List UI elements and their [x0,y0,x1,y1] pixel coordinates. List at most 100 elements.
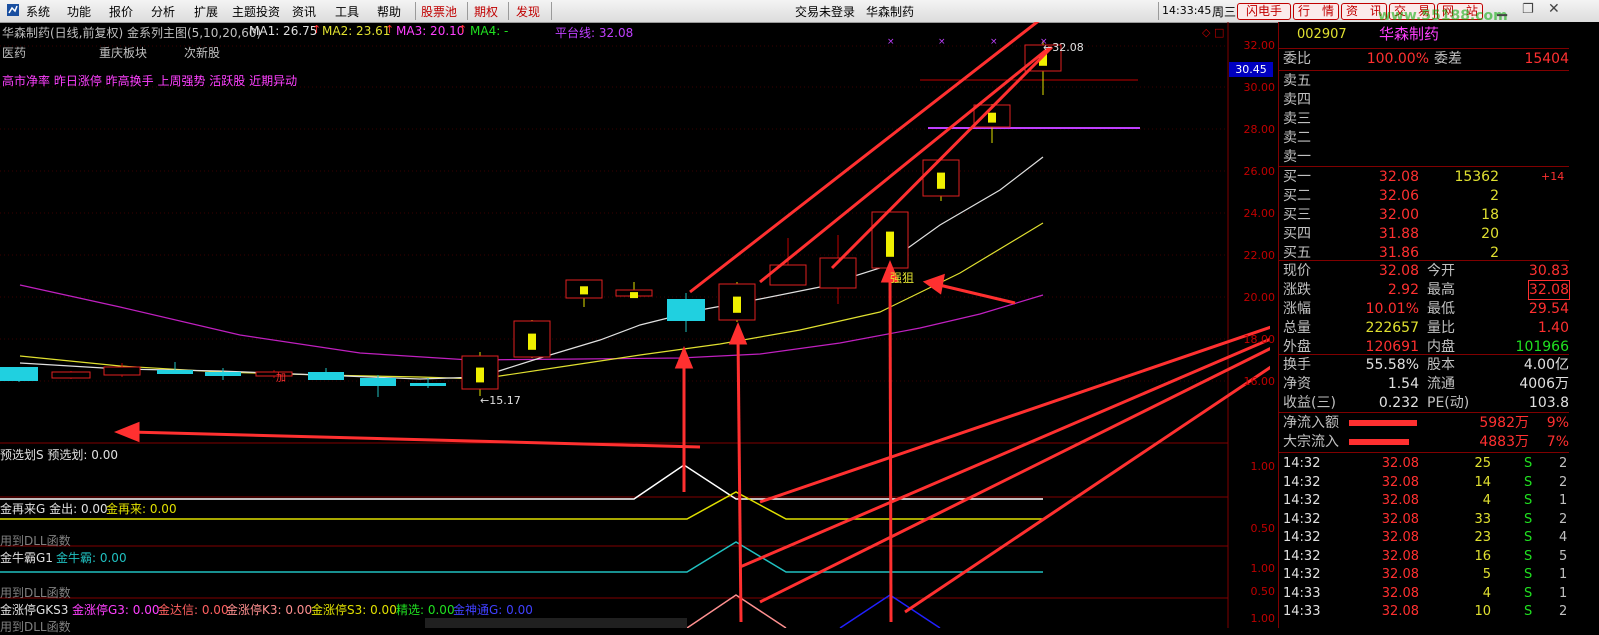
y-tick: 22.00 [1243,249,1276,262]
stat-value: 222657 [1365,320,1419,336]
kline-chart-area[interactable]: × × × × ◇ □ 华森制药(日线,前复权) 金系列主图(5,10,20,6… [0,22,1275,634]
candle-highlight [733,296,741,313]
tick-price: 32.08 [1381,548,1419,564]
menu-analysis[interactable]: 分析 [151,3,175,20]
candle-body[interactable] [51,371,91,379]
bid-row[interactable]: 买二 32.06 2 [1279,187,1569,205]
market-button[interactable]: 行 情 [1293,3,1339,20]
tick-volume: 5 [1482,567,1491,582]
login-status[interactable]: 交易未登录 [795,3,855,20]
ask-row[interactable]: 卖四 [1279,91,1569,109]
indicator-dll-note: 用到DLL函数 [0,620,71,634]
signal-marker: × [938,37,946,47]
annotation-arrow [739,337,1270,569]
weekday: 周三 [1212,5,1237,19]
indicator-jinniuba-title[interactable]: 金牛霸G1 [0,549,53,566]
tick-time: 14:32 [1283,567,1321,582]
bid-price: 32.06 [1378,188,1419,204]
fundamental-row: 净资 1.54 流通 4006万 [1279,375,1569,393]
tick-side: S [1524,567,1533,582]
close-icon[interactable]: ✕ [1548,1,1560,17]
fundamental-label: 换手 [1283,357,1311,373]
app-icon[interactable] [6,3,20,20]
candle-body[interactable] [157,370,193,374]
indicator-dll-note: 用到DLL函数 [0,586,71,600]
candle-body[interactable] [360,378,396,386]
y-tick: 26.00 [1243,165,1276,178]
menu-theme-invest[interactable]: 主题投资 [232,3,280,20]
tick-row: 14:32 32.08 5 S 1 [1279,566,1569,584]
menu-extend[interactable]: 扩展 [194,3,218,20]
indicator-jinzailai-title[interactable]: 金再来G 金出: 0.00 [0,500,108,517]
minimize-icon[interactable]: ▁ [1497,2,1507,17]
menu-options[interactable]: 期权 [474,3,498,20]
menu-help[interactable]: 帮助 [377,3,401,20]
tick-count: 2 [1559,604,1568,619]
flash-trade-button[interactable]: 闪电手 [1237,3,1291,20]
candle-body[interactable] [0,367,38,381]
menu-function[interactable]: 功能 [67,3,91,20]
restore-icon[interactable]: ❐ [1522,2,1534,17]
ask-row[interactable]: 卖二 [1279,129,1569,147]
stat-row: 涨幅 10.01% 最低 29.54 [1279,300,1569,318]
tick-side: S [1524,604,1533,619]
indicator-jinzailai-value: 金再来: 0.00 [106,502,177,516]
indicator-yuxuan-title[interactable]: 预选划S 预选划: 0.00 [0,446,118,463]
bid-row[interactable]: 买三 32.00 18 [1279,206,1569,224]
candle-body[interactable] [103,366,141,376]
tick-price: 32.08 [1381,585,1419,601]
bid-row[interactable]: 买四 31.88 20 [1279,225,1569,243]
tick-side: S [1524,511,1533,527]
tick-volume: 16 [1474,548,1491,564]
feature-tags: 高市净率 昨日涨停 昨高换手 上周强势 活跃股 近期异动 [2,74,298,88]
tick-volume: 4 [1482,585,1491,601]
tick-row: 14:32 32.08 16 S 5 [1279,548,1569,566]
window-stock-name: 华森制药 [866,5,915,19]
candle-body[interactable] [410,383,446,386]
menu-discover[interactable]: 发现 [516,3,540,20]
divider [1279,452,1569,453]
bid-level-label: 买三 [1283,207,1311,223]
indicator-g3-value: 金涨停G3: 0.00 [72,603,160,617]
ma3-up-icon: ↑ [458,23,468,36]
tick-price: 32.08 [1381,604,1419,619]
menu-system[interactable]: 系统 [26,3,50,20]
tick-time: 14:32 [1283,548,1321,564]
kline-chart-canvas[interactable]: × × × × ◇ □ [0,22,1270,628]
candle-body[interactable] [308,372,344,380]
menu-news[interactable]: 资讯 [292,3,316,20]
bid-volume: 18 [1481,207,1499,223]
candle-body[interactable] [667,299,705,321]
tick-time: 14:33 [1283,585,1321,601]
fundamental-value: 4006万 [1519,376,1569,392]
bid-row[interactable]: 买一 32.08 15362 +14 [1279,168,1569,186]
tick-side: S [1524,493,1533,508]
weibi-label: 委比 [1283,51,1311,67]
menu-quote[interactable]: 报价 [109,3,133,20]
fundamental-label: 净资 [1283,376,1311,392]
fund-flow-label: 大宗流入 [1283,434,1339,450]
stat-label: 最高 [1427,282,1455,298]
indicator-y-tick: 1.00 [1250,562,1276,575]
candle-body[interactable] [255,371,293,377]
tick-time: 14:32 [1283,530,1321,545]
menu-stock-pool[interactable]: 股票池 [421,3,457,20]
ask-row[interactable]: 卖三 [1279,110,1569,128]
candle-body[interactable] [205,372,241,376]
tick-price: 32.08 [1381,567,1419,582]
ask-row[interactable]: 卖五 [1279,72,1569,90]
signal-marker: × [990,37,998,47]
stat-value: 29.54 [1528,301,1569,317]
fundamental-label: 收益(三) [1283,395,1336,411]
fundamental-value: 55.58% [1365,357,1419,373]
bid-volume: 20 [1481,226,1499,242]
ask-row[interactable]: 卖一 [1279,148,1569,166]
tick-volume: 33 [1474,511,1491,527]
menu-tools[interactable]: 工具 [335,3,359,20]
tick-volume: 10 [1474,604,1491,619]
indicator-jinzhangting-title[interactable]: 金涨停GKS3 [0,601,68,618]
tick-count: 2 [1559,474,1568,490]
indicator-jx-value: 精选: 0.00 [396,603,455,617]
fundamental-value: 4.00亿 [1523,357,1569,373]
stat-value: 10.01% [1365,301,1419,317]
